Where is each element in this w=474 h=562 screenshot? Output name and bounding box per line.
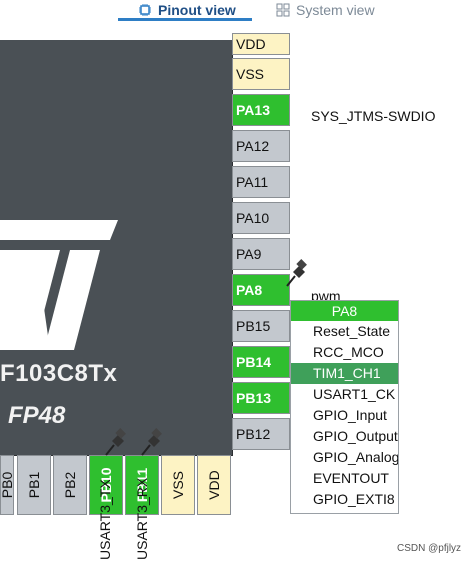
- tab-system-label: System view: [296, 2, 375, 18]
- pushpin-icon[interactable]: [103, 428, 127, 458]
- tab-pinout-label: Pinout view: [158, 2, 236, 18]
- menu-item-usart1-ck[interactable]: USART1_CK: [291, 384, 398, 405]
- active-tab-indicator: [118, 18, 252, 21]
- view-tabs: Pinout view System view: [0, 0, 474, 22]
- tab-pinout-view[interactable]: Pinout view: [138, 0, 236, 20]
- tab-system-view[interactable]: System view: [276, 0, 375, 20]
- menu-header: PA8: [291, 301, 398, 321]
- pin-pb13[interactable]: PB13: [232, 382, 290, 414]
- pin-pb1[interactable]: PB1: [17, 455, 51, 515]
- signal-label-pb10: USART3_TX: [97, 479, 113, 560]
- pushpin-icon[interactable]: [139, 428, 163, 458]
- pin-pb14[interactable]: PB14: [232, 346, 290, 378]
- watermark: CSDN @pfjlyz: [397, 543, 462, 554]
- signal-label-pb11: USART3_RX: [134, 477, 150, 560]
- mcu-chip-body[interactable]: F103C8Tx FP48: [0, 40, 233, 456]
- pin-pa13[interactable]: PA13: [232, 94, 290, 126]
- pin-pa9[interactable]: PA9: [232, 238, 290, 270]
- menu-item-eventout[interactable]: EVENTOUT: [291, 468, 398, 489]
- menu-item-gpio-input[interactable]: GPIO_Input: [291, 405, 398, 426]
- pin-vdd-right[interactable]: VDD: [232, 33, 290, 55]
- chip-part-number: F103C8Tx: [0, 360, 118, 387]
- menu-item-gpio-exti8[interactable]: GPIO_EXTI8: [291, 489, 398, 510]
- menu-item-tim1-ch1[interactable]: TIM1_CH1: [291, 363, 398, 384]
- pin-pa8[interactable]: PA8: [232, 274, 290, 306]
- pin-pa11[interactable]: PA11: [232, 166, 290, 198]
- grid-icon: [276, 3, 290, 17]
- pin-function-menu[interactable]: PA8 Reset_State RCC_MCO TIM1_CH1 USART1_…: [290, 300, 399, 514]
- pushpin-icon[interactable]: [284, 259, 308, 289]
- st-logo: [0, 220, 118, 350]
- signal-label-pa13: SYS_JTMS-SWDIO: [311, 108, 436, 124]
- menu-item-rcc-mco[interactable]: RCC_MCO: [291, 342, 398, 363]
- pin-pb15[interactable]: PB15: [232, 310, 290, 342]
- pin-pb0[interactable]: PB0: [0, 455, 15, 515]
- menu-item-reset-state[interactable]: Reset_State: [291, 321, 398, 342]
- pin-vdd-bottom[interactable]: VDD: [197, 455, 231, 515]
- pin-vss-bottom[interactable]: VSS: [161, 455, 195, 515]
- pin-pb12[interactable]: PB12: [232, 418, 290, 450]
- menu-item-gpio-output[interactable]: GPIO_Output: [291, 426, 398, 447]
- pin-pa12[interactable]: PA12: [232, 130, 290, 162]
- pin-vss-right[interactable]: VSS: [232, 58, 290, 90]
- chip-package-name: FP48: [8, 402, 66, 429]
- pin-pa10[interactable]: PA10: [232, 202, 290, 234]
- pin-pb2[interactable]: PB2: [53, 455, 87, 515]
- chip-icon: [139, 4, 151, 16]
- menu-item-gpio-analog[interactable]: GPIO_Analog: [291, 447, 398, 468]
